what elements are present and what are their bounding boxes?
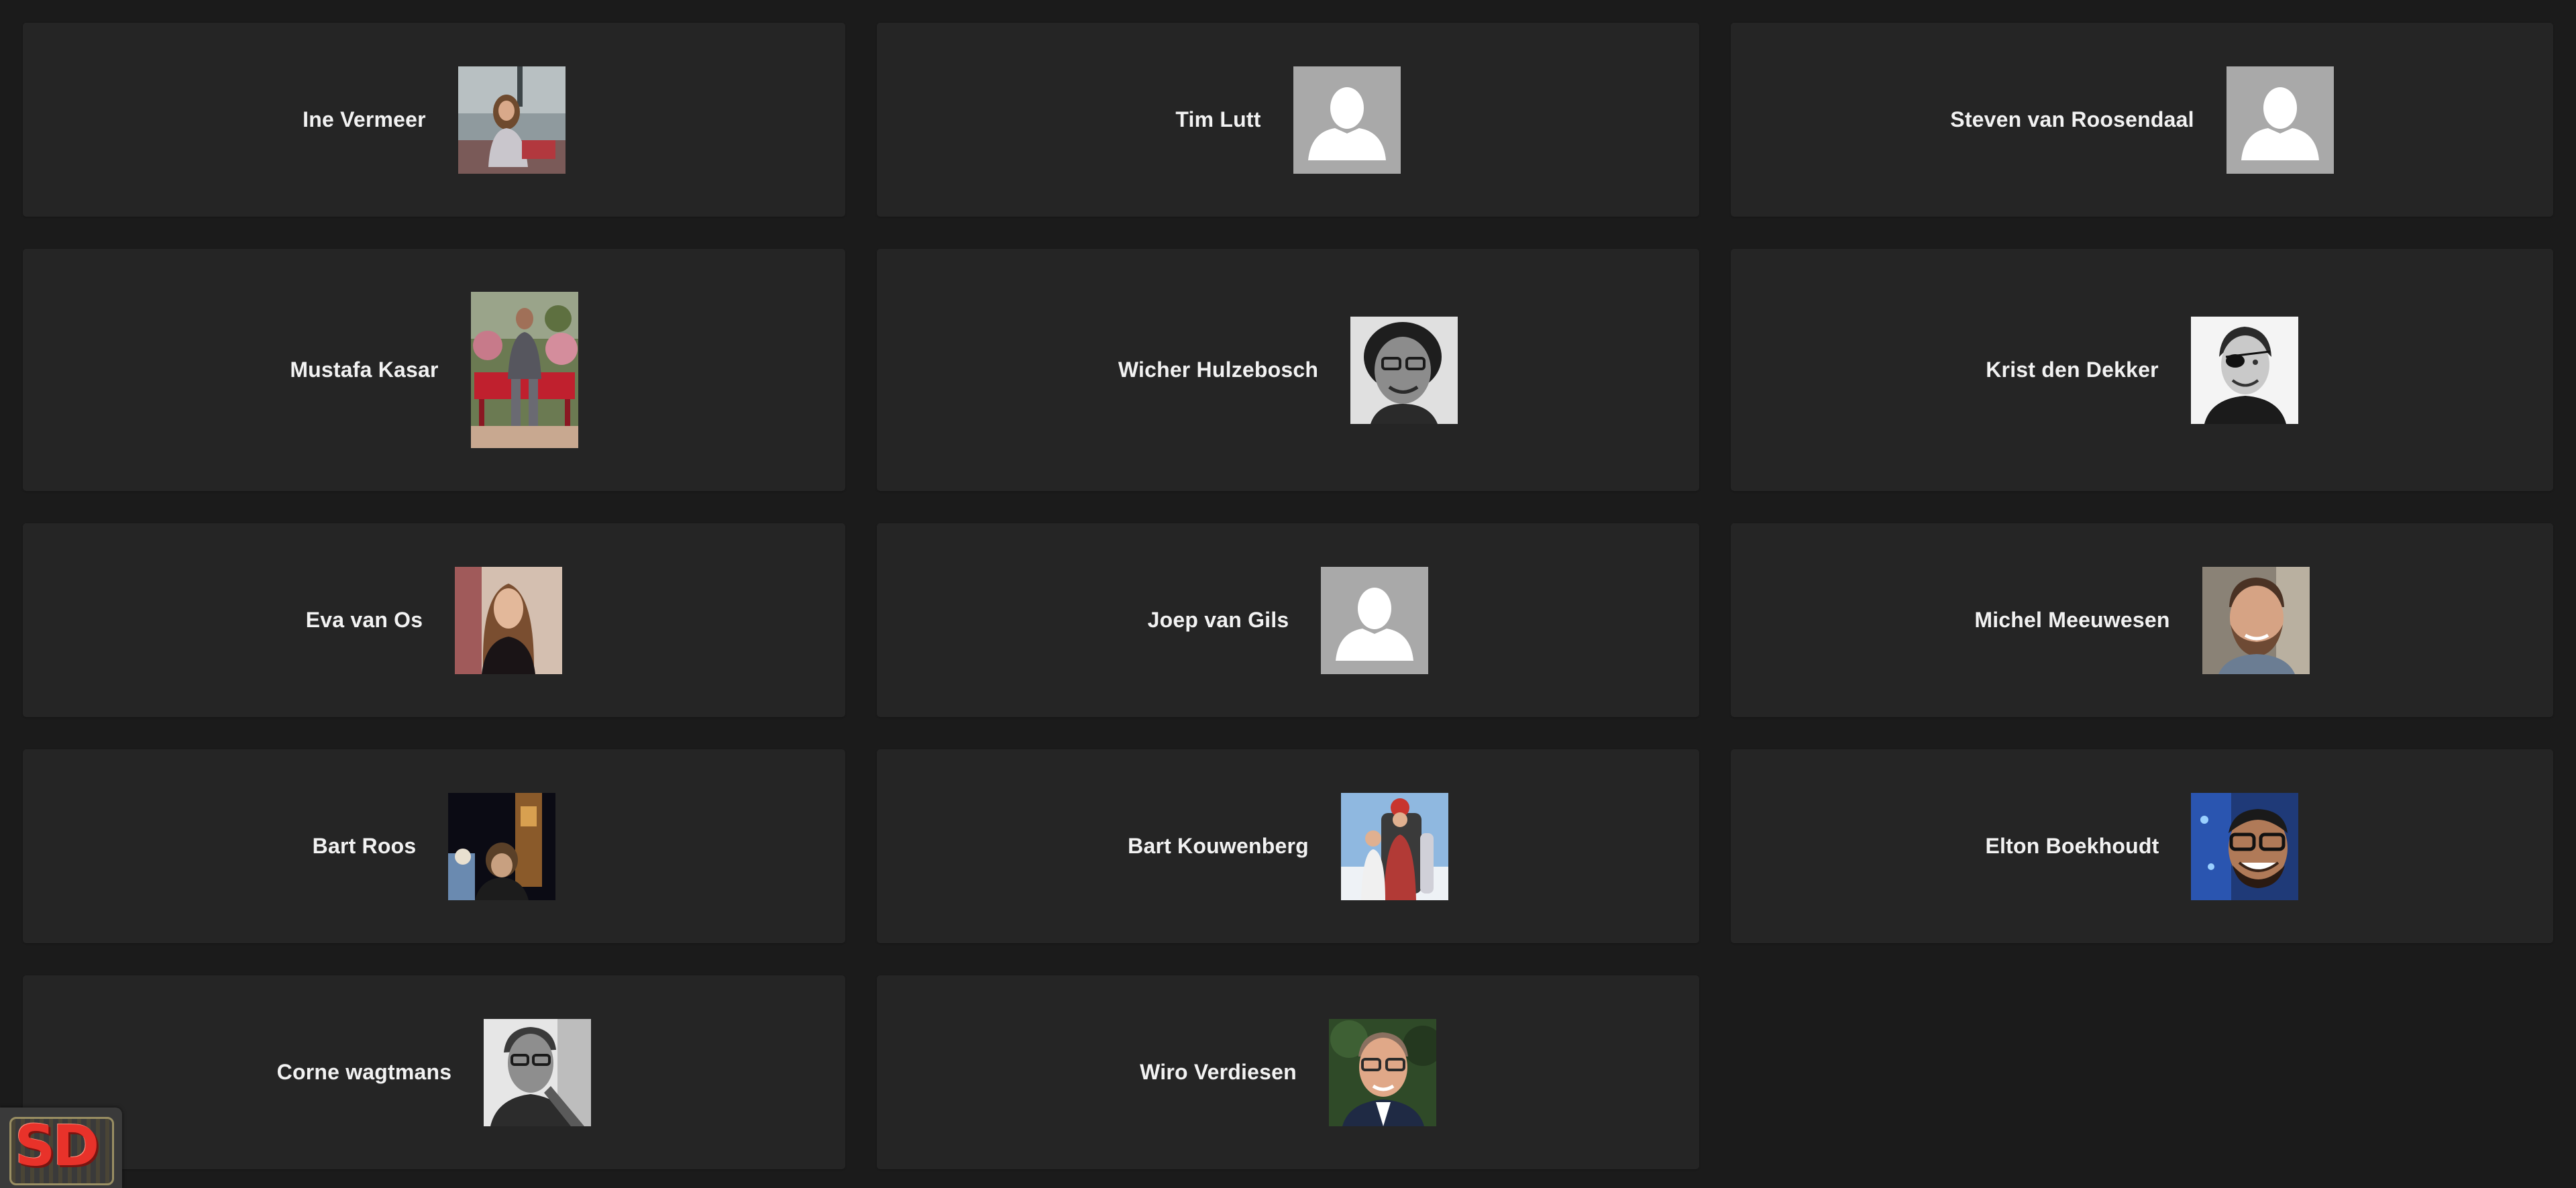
person-photo [448, 792, 556, 900]
person-card[interactable]: Eva van Os [23, 523, 845, 717]
person-card[interactable]: Tim Lutt [877, 23, 1699, 217]
person-photo [458, 66, 566, 174]
person-photo [455, 566, 563, 674]
person-card[interactable]: Elton Boekhoudt [1731, 749, 2553, 943]
person-card[interactable]: Ine Vermeer [23, 23, 845, 217]
person-card[interactable]: Michel Meeuwesen [1731, 523, 2553, 717]
default-avatar-icon [2226, 66, 2334, 174]
person-card[interactable]: Krist den Dekker [1731, 249, 2553, 491]
person-name: Tim Lutt [1175, 107, 1261, 131]
person-photo [484, 1018, 592, 1126]
person-card[interactable]: Bart Roos [23, 749, 845, 943]
person-card[interactable]: Corne wagtmans [23, 975, 845, 1169]
person-card[interactable]: Wiro Verdiesen [877, 975, 1699, 1169]
person-card[interactable]: Steven van Roosendaal [1731, 23, 2553, 217]
person-name: Ine Vermeer [303, 107, 426, 131]
person-card[interactable]: Joep van Gils [877, 523, 1699, 717]
person-card[interactable]: Mustafa Kasar [23, 249, 845, 491]
person-name: Joep van Gils [1147, 608, 1289, 632]
sd-logo-letters: SD [15, 1113, 99, 1179]
person-photo [1350, 316, 1458, 424]
person-name: Elton Boekhoudt [1985, 834, 2159, 858]
person-name: Steven van Roosendaal [1950, 107, 2194, 131]
person-photo [2190, 316, 2298, 424]
person-name: Eva van Os [305, 608, 423, 632]
person-name: Krist den Dekker [1986, 358, 2159, 382]
person-name: Bart Kouwenberg [1128, 834, 1309, 858]
person-photo [2202, 566, 2310, 674]
person-name: Wiro Verdiesen [1140, 1060, 1297, 1084]
person-name: Michel Meeuwesen [1974, 608, 2170, 632]
people-grid: Ine Vermeer Tim Lutt Steven van Roosenda… [23, 23, 2553, 1169]
person-photo [2191, 792, 2299, 900]
person-name: Bart Roos [312, 834, 417, 858]
default-avatar-icon [1293, 66, 1401, 174]
person-photo [470, 292, 578, 448]
sd-logo-badge[interactable]: SD [0, 1108, 122, 1188]
person-card[interactable]: Wicher Hulzebosch [877, 249, 1699, 491]
person-card[interactable]: Bart Kouwenberg [877, 749, 1699, 943]
person-photo [1328, 1018, 1436, 1126]
person-photo [1340, 792, 1448, 900]
default-avatar-icon [1321, 566, 1429, 674]
person-name: Mustafa Kasar [290, 358, 439, 382]
person-name: Corne wagtmans [276, 1060, 452, 1084]
person-name: Wicher Hulzebosch [1118, 358, 1319, 382]
